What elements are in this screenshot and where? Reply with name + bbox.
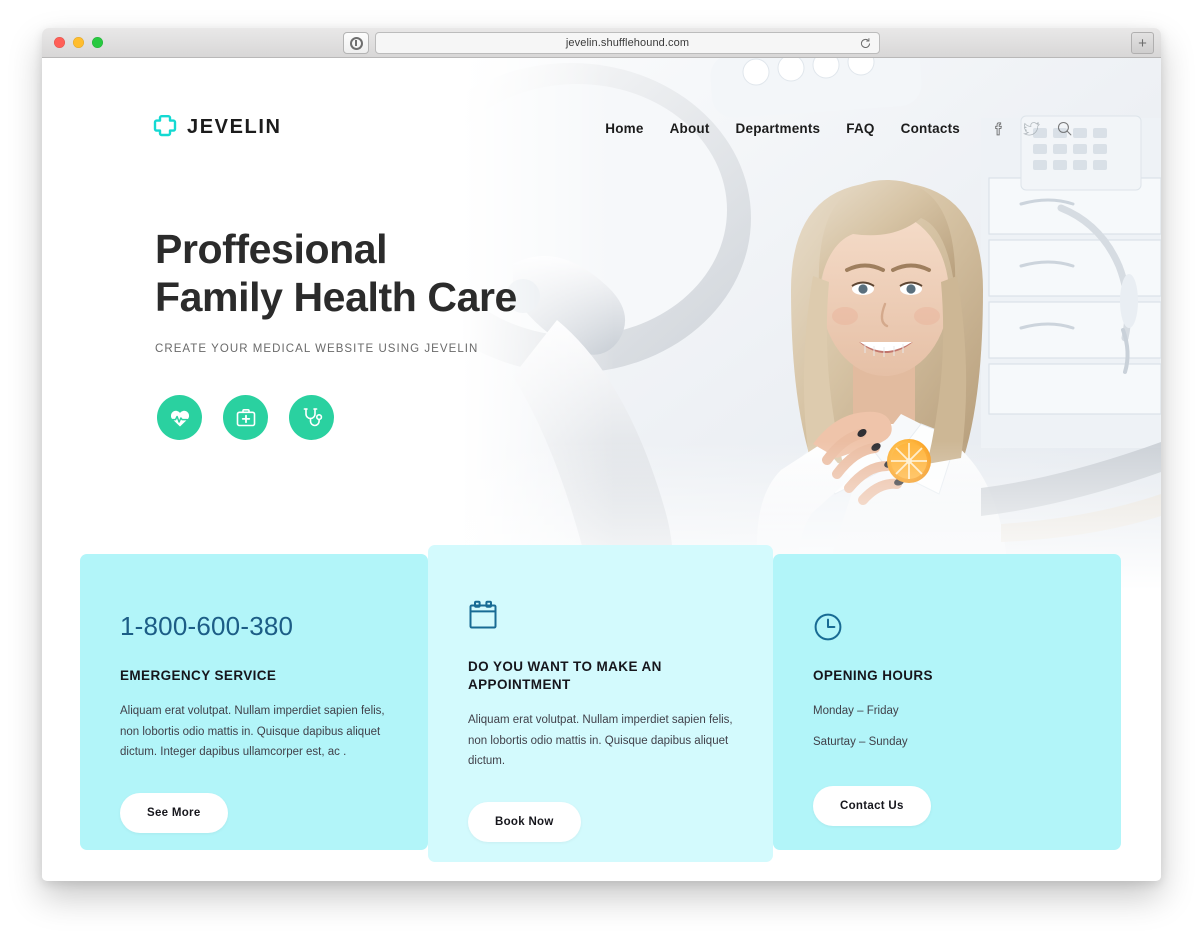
hours-weekday: Monday – Friday xyxy=(813,705,899,718)
emergency-phone-number: 1-800-600-380 xyxy=(120,611,294,641)
minimize-button[interactable] xyxy=(73,37,84,48)
screen: jevelin.shufflehound.com + JEVELIN Home … xyxy=(0,0,1200,933)
emergency-card-body: Aliquam erat volutpat. Nullam imperdiet … xyxy=(120,705,385,759)
website-viewport: JEVELIN Home About Departments FAQ Conta… xyxy=(42,58,1161,880)
new-tab-button[interactable]: + xyxy=(1131,32,1154,54)
shield-icon[interactable] xyxy=(343,32,369,54)
maximize-button[interactable] xyxy=(92,37,103,48)
shield-glyph xyxy=(349,36,363,50)
url-text: jevelin.shufflehound.com xyxy=(565,37,690,49)
address-bar[interactable]: jevelin.shufflehound.com xyxy=(375,32,880,54)
see-more-button[interactable]: See More xyxy=(120,792,228,833)
reload-icon[interactable] xyxy=(859,37,872,50)
hours-card-title: OPENING HOURS xyxy=(813,668,933,683)
browser-window: jevelin.shufflehound.com + JEVELIN Home … xyxy=(42,28,1161,881)
appointment-card-title: DO YOU WANT TO MAKE AN APPOINTMENT xyxy=(468,659,662,693)
card-opening-hours: OPENING HOURS Monday – Friday Saturtay –… xyxy=(773,554,1121,850)
contact-us-button[interactable]: Contact Us xyxy=(813,785,931,826)
info-cards: 1-800-600-380 EMERGENCY SERVICE Aliquam … xyxy=(42,58,1161,880)
book-now-button[interactable]: Book Now xyxy=(468,801,581,842)
appointment-card-body: Aliquam erat volutpat. Nullam imperdiet … xyxy=(468,714,733,768)
clock-icon xyxy=(814,613,842,641)
window-controls xyxy=(54,37,103,48)
opening-hours-list: Monday – Friday Saturtay – Sunday xyxy=(813,703,1081,752)
card-appointment: DO YOU WANT TO MAKE AN APPOINTMENT Aliqu… xyxy=(428,545,773,862)
hours-card-icon xyxy=(813,554,1081,642)
close-button[interactable] xyxy=(54,37,65,48)
hours-weekend: Saturtay – Sunday xyxy=(813,736,908,749)
calendar-icon xyxy=(469,600,497,629)
browser-toolbar: jevelin.shufflehound.com + xyxy=(42,28,1161,58)
emergency-card-title: EMERGENCY SERVICE xyxy=(120,668,277,683)
card-emergency-service: 1-800-600-380 EMERGENCY SERVICE Aliquam … xyxy=(80,554,428,850)
appointment-card-icon xyxy=(468,545,733,630)
